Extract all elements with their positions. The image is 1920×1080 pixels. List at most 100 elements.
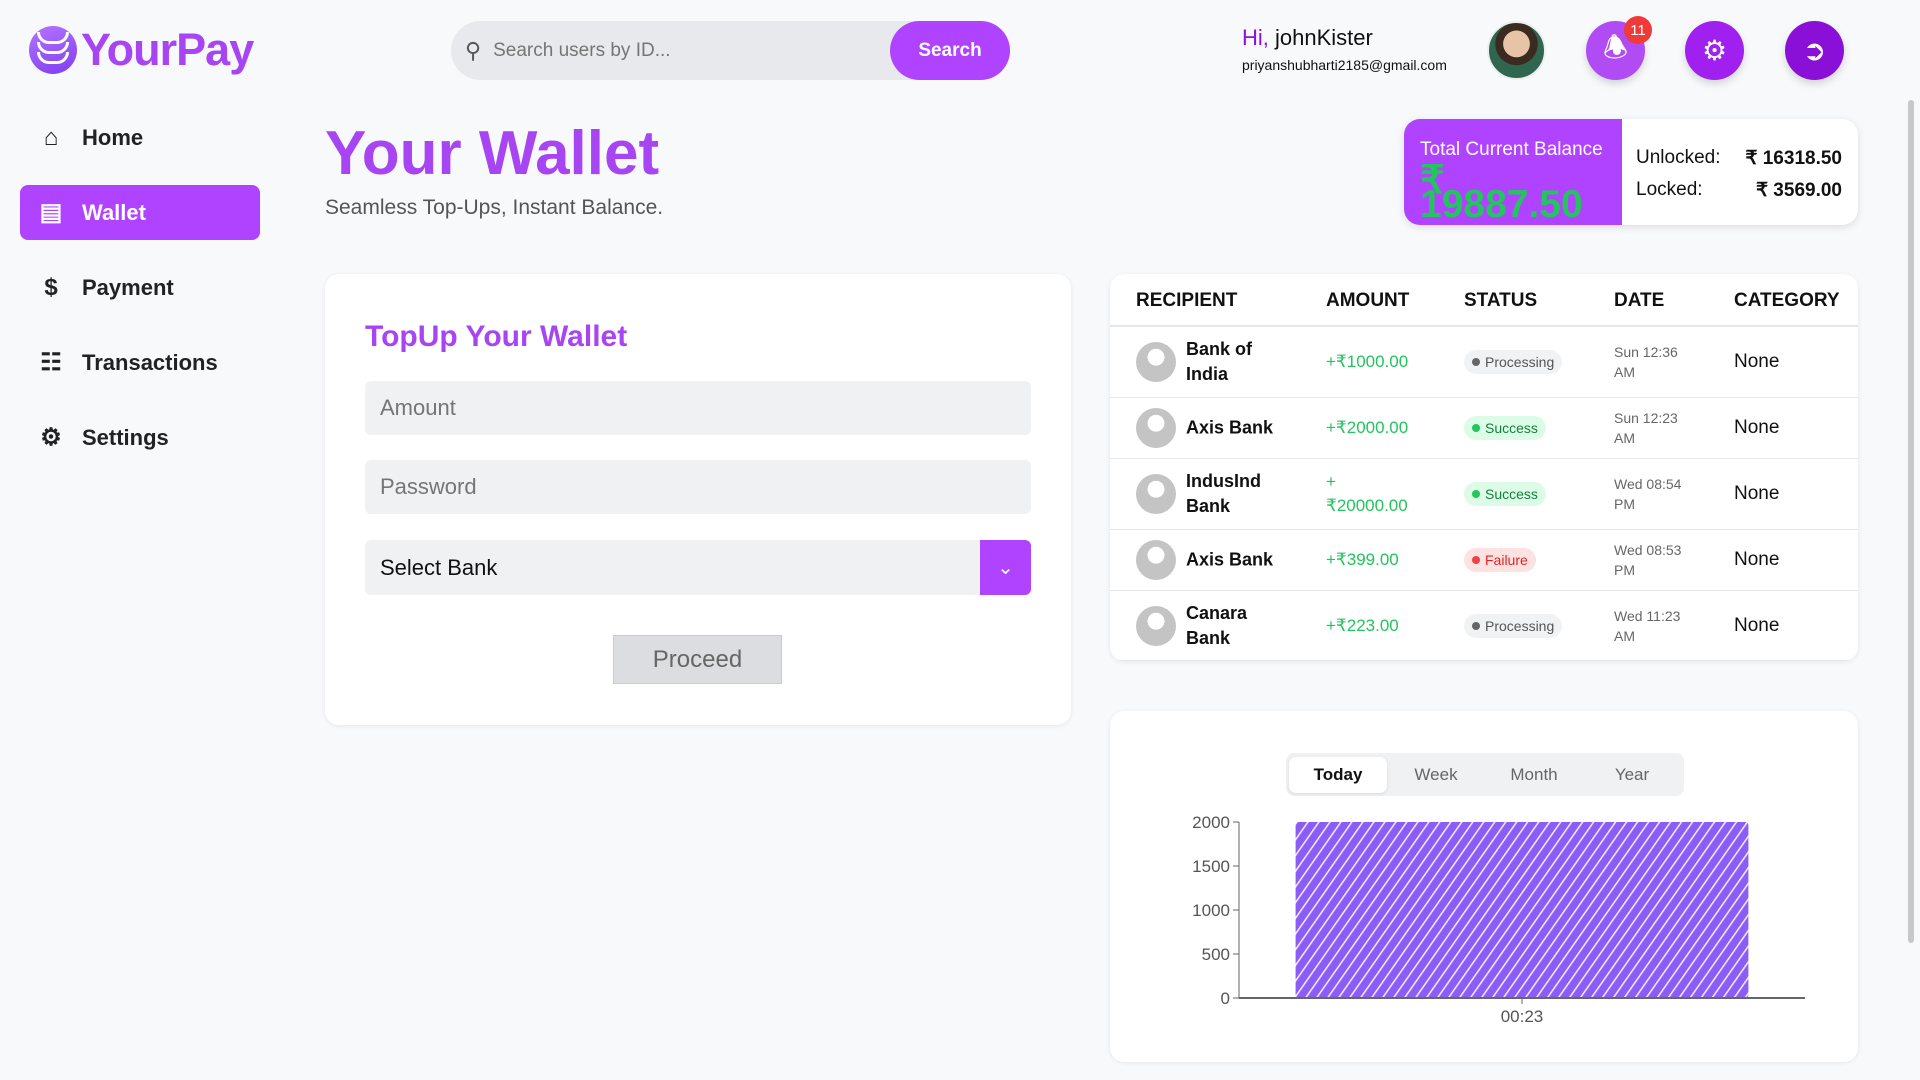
amount: + ₹20000.00 — [1326, 472, 1408, 515]
category: None — [1734, 350, 1780, 372]
recipient-avatar — [1136, 341, 1176, 382]
topup-card: TopUp Your Wallet Select Bank ⌄ Proceed — [325, 274, 1071, 725]
amount-input[interactable] — [365, 381, 1031, 435]
amount: +₹2000.00 — [1326, 418, 1409, 437]
chart-card: Today Week Month Year 00:23 0 500 1000 1500 2… — [1110, 711, 1858, 1062]
recipient-name: Bank of India — [1186, 338, 1253, 384]
settings-button[interactable]: ⚙ — [1685, 21, 1744, 80]
sidebar-item-label: Home — [82, 124, 144, 150]
table-row[interactable]: IndusInd Bank + ₹20000.00 Success Wed 08… — [1110, 459, 1858, 530]
column-header: AMOUNT — [1326, 290, 1410, 311]
status-badge: Failure — [1464, 548, 1536, 572]
search-button[interactable]: Search — [890, 21, 1010, 80]
recipient-name: Axis Bank — [1186, 549, 1274, 570]
date: Wed 08:53 PM — [1614, 542, 1682, 578]
recipient-name: IndusInd Bank — [1186, 471, 1261, 516]
user-greeting: Hi, johnKister priyanshubharti2185@gmail… — [1242, 25, 1447, 73]
avatar[interactable] — [1487, 21, 1546, 80]
password-input[interactable] — [365, 460, 1031, 514]
sidebar-item-settings[interactable]: ⚙ Settings — [20, 410, 260, 465]
bar[interactable] — [1295, 822, 1749, 998]
wallet-icon: ▤ — [39, 199, 63, 226]
transactions-table: RECIPIENT AMOUNT STATUS DATE CATEGORY Ba… — [1110, 274, 1858, 661]
column-header: CATEGORY — [1734, 290, 1840, 311]
logo-icon — [29, 26, 77, 74]
column-header: RECIPIENT — [1136, 290, 1238, 311]
status-badge: Processing — [1464, 613, 1563, 638]
y-tick-label: 0 — [1221, 989, 1230, 1008]
search-input[interactable] — [481, 39, 890, 62]
sidebar-item-label: Wallet — [82, 199, 146, 225]
logout-button[interactable]: ➲ — [1785, 21, 1844, 80]
date: Sun 12:23 AM — [1614, 410, 1678, 446]
status-badge: Success — [1464, 482, 1546, 506]
y-tick-label: 1000 — [1192, 901, 1230, 920]
y-tick-label: 500 — [1202, 945, 1230, 964]
status-badge: Success — [1464, 416, 1546, 440]
logout-icon: ➲ — [1802, 35, 1827, 66]
recipient-name: Axis Bank — [1186, 417, 1274, 438]
sidebar-item-transactions[interactable]: ☷ Transactions — [20, 335, 260, 390]
table-row[interactable]: Canara Bank +₹223.00 Processing Wed 11:2… — [1110, 591, 1858, 661]
column-header: STATUS — [1464, 290, 1538, 311]
balance-label: Total Current Balance — [1420, 139, 1603, 160]
locked-amount: ₹ 3569.00 — [1755, 180, 1842, 201]
bar-chart: 00:23 0 500 1000 1500 2000 — [1192, 813, 1805, 1026]
brand-name: YourPay — [81, 24, 254, 75]
date: Sun 12:36 AM — [1614, 343, 1678, 380]
recipient-avatar — [1136, 408, 1176, 448]
table-row[interactable]: Axis Bank +₹2000.00 Success Sun 12:23 AM… — [1110, 398, 1858, 459]
locked-label: Locked: — [1636, 179, 1703, 200]
x-tick-label: 00:23 — [1501, 1007, 1544, 1026]
sidebar-item-home[interactable]: ⌂ Home — [20, 110, 260, 165]
user-email: priyanshubharti2185@gmail.com — [1242, 57, 1447, 73]
column-header: DATE — [1614, 290, 1665, 311]
sidebar-item-payment[interactable]: $ Payment — [20, 260, 260, 315]
unlocked-amount: ₹ 16318.50 — [1745, 148, 1842, 169]
table-row[interactable]: Bank of India +₹1000.00 Processing Sun 1… — [1110, 326, 1858, 398]
total-balance: ₹ 19887.50 — [1420, 159, 1583, 225]
status-badge: Processing — [1464, 349, 1563, 374]
unlocked-label: Unlocked: — [1636, 147, 1721, 168]
category: None — [1734, 614, 1780, 636]
page-subtitle: Seamless Top-Ups, Instant Balance. — [325, 196, 664, 219]
chevron-down-icon[interactable]: ⌄ — [980, 540, 1031, 595]
proceed-button[interactable]: Proceed — [613, 635, 782, 684]
username: johnKister — [1275, 25, 1373, 50]
amount: +₹223.00 — [1326, 615, 1399, 635]
category: None — [1734, 483, 1780, 504]
sidebar-item-wallet[interactable]: ▤ Wallet — [20, 185, 260, 240]
payment-icon: $ — [44, 273, 58, 301]
logo[interactable]: YourPay — [29, 24, 254, 76]
date: Wed 11:23 AM — [1614, 607, 1681, 644]
amount: +₹1000.00 — [1326, 351, 1409, 371]
recipient-avatar — [1136, 474, 1176, 514]
page-title: Your Wallet — [325, 119, 660, 188]
sidebar-item-label: Transactions — [82, 349, 218, 375]
sidebar-item-label: Settings — [82, 424, 169, 450]
y-tick-label: 1500 — [1192, 857, 1230, 876]
category: None — [1734, 549, 1780, 570]
notification-badge: 11 — [1624, 16, 1652, 44]
table-row[interactable]: Axis Bank +₹399.00 Failure Wed 08:53 PM … — [1110, 530, 1858, 591]
y-tick-label: 2000 — [1192, 813, 1230, 832]
gear-icon: ⚙ — [40, 424, 62, 451]
bank-select-value: Select Bank — [380, 554, 498, 580]
topup-title: TopUp Your Wallet — [365, 320, 628, 353]
amount: +₹399.00 — [1326, 550, 1399, 569]
home-icon: ⌂ — [43, 123, 59, 151]
recipient-avatar — [1136, 540, 1176, 580]
bank-select[interactable]: Select Bank ⌄ — [365, 540, 1031, 595]
category: None — [1734, 417, 1780, 438]
greeting-text: Hi, — [1242, 25, 1269, 50]
date: Wed 08:54 PM — [1614, 476, 1682, 512]
scrollbar[interactable] — [1908, 100, 1914, 943]
search-icon: ⚲ — [465, 37, 482, 63]
gear-icon: ⚙ — [1701, 35, 1728, 66]
receipt-icon: ☷ — [40, 349, 62, 376]
recipient-name: Canara Bank — [1186, 602, 1248, 648]
search-bar: ⚲ Search — [451, 21, 1010, 80]
recipient-avatar — [1136, 605, 1176, 646]
sidebar-item-label: Payment — [82, 274, 174, 300]
balance-card: Total Current Balance ₹ 19887.50 Unlocke… — [1404, 119, 1858, 225]
